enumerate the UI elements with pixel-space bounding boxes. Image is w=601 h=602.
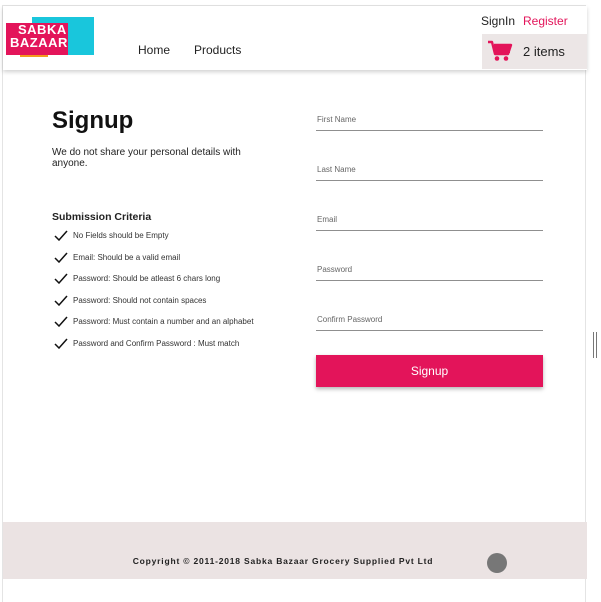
email-input[interactable] <box>316 209 543 230</box>
criteria-text: Password: Must contain a number and an a… <box>73 317 254 327</box>
criteria-text: Password and Confirm Password : Must mat… <box>73 338 240 348</box>
criteria-text: No Fields should be Empty <box>73 231 169 240</box>
logo-text: SABKA BAZAAR <box>10 23 68 49</box>
password-input[interactable] <box>316 259 543 280</box>
check-icon <box>54 252 68 263</box>
password-field <box>316 259 543 281</box>
last-name-input[interactable] <box>316 159 543 180</box>
confirm-password-input[interactable] <box>316 309 543 330</box>
nav-products-link[interactable]: Products <box>194 43 241 57</box>
confirm-password-field <box>316 309 543 331</box>
check-icon <box>54 316 68 328</box>
check-icon <box>54 230 68 241</box>
signup-button[interactable]: Signup <box>316 355 543 387</box>
first-name-input[interactable] <box>316 109 543 130</box>
criteria-text: Password: Should not contain spaces <box>73 295 207 305</box>
cart-icon <box>488 40 513 61</box>
site-header: SABKA BAZAAR Home Products SignIn Regist… <box>3 6 587 70</box>
logo-line-2: BAZAAR <box>10 35 68 50</box>
cart-count: 2 items <box>523 44 565 59</box>
criteria-item: Password: Should not contain spaces <box>54 294 254 316</box>
criteria-item: No Fields should be Empty <box>54 229 254 251</box>
criteria-item: Password: Should be atleast 6 chars long <box>54 272 254 294</box>
cart-button[interactable]: 2 items <box>482 34 587 69</box>
criteria-item: Email: Should be a valid email <box>54 251 254 273</box>
check-icon <box>54 295 68 306</box>
nav-home-link[interactable]: Home <box>138 43 170 57</box>
criteria-text: Password: Should be atleast 6 chars long <box>73 274 221 284</box>
first-name-field <box>316 109 543 131</box>
page-frame: SABKA BAZAAR Home Products SignIn Regist… <box>2 5 587 602</box>
brand-logo[interactable]: SABKA BAZAAR <box>6 17 94 57</box>
criteria-title: Submission Criteria <box>52 211 152 223</box>
resize-grip-icon[interactable] <box>593 332 599 358</box>
email-field <box>316 209 543 231</box>
check-icon <box>54 273 68 285</box>
criteria-item: Password: Must contain a number and an a… <box>54 315 254 337</box>
register-link[interactable]: Register <box>523 14 568 28</box>
criteria-list: No Fields should be Empty Email: Should … <box>54 229 254 359</box>
page-title: Signup <box>52 107 134 134</box>
criteria-item: Password and Confirm Password : Must mat… <box>54 337 254 359</box>
last-name-field <box>316 159 543 181</box>
signup-subtitle: We do not share your personal details wi… <box>52 147 241 169</box>
criteria-text: Email: Should be a valid email <box>73 252 181 262</box>
check-icon <box>54 338 68 349</box>
signin-link[interactable]: SignIn <box>481 14 515 28</box>
floating-scroll-handle[interactable] <box>487 553 507 573</box>
